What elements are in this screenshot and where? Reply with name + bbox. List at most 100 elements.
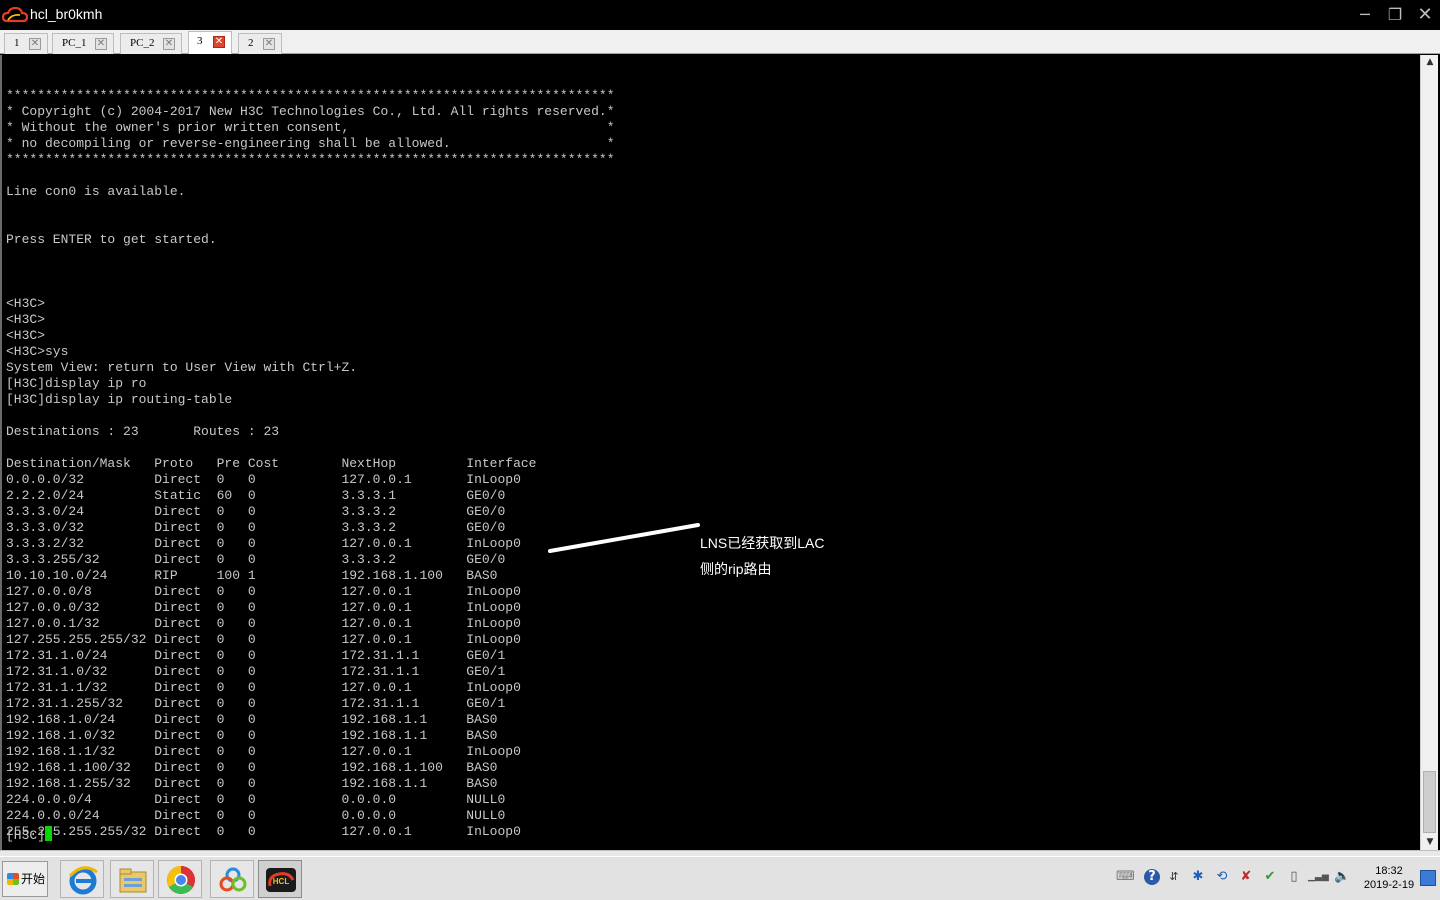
- start-label: 开始: [21, 872, 46, 886]
- window-title: hcl_br0kmh: [30, 6, 103, 22]
- tab-label: 1: [14, 37, 20, 49]
- terminal-line: * Without the owner's prior written cons…: [6, 120, 615, 135]
- terminal-line: 172.31.1.1/32 Direct 0 0 127.0.0.1 InLoo…: [6, 680, 521, 695]
- annotation-note: LNS已经获取到LAC 侧的rip路由: [700, 530, 900, 582]
- tab-1[interactable]: 1 ✕: [4, 33, 48, 54]
- terminal-line: [H3C]display ip routing-table: [6, 392, 233, 407]
- annotation-line-1: LNS已经获取到LAC: [700, 535, 825, 551]
- battery-icon[interactable]: ▯: [1286, 869, 1302, 885]
- text-cursor: [45, 826, 53, 841]
- terminal-line: 2.2.2.0/24 Static 60 0 3.3.3.1 GE0/0: [6, 488, 506, 503]
- tab-label: PC_2: [130, 37, 155, 49]
- tab-label: PC_1: [62, 37, 87, 49]
- keyboard-icon[interactable]: ⌨: [1116, 869, 1135, 885]
- hcl-logo-icon: HCL: [266, 868, 296, 892]
- scroll-down-arrow-icon[interactable]: ▼: [1422, 835, 1438, 850]
- expand-tray-icon[interactable]: ⇵: [1166, 869, 1182, 885]
- network-sync-icon[interactable]: ⟲: [1214, 869, 1230, 885]
- terminal-line: System View: return to User View with Ct…: [6, 360, 358, 375]
- tab-2[interactable]: 2 ✕: [238, 33, 282, 54]
- tab-label: 3: [197, 35, 203, 47]
- clock-time: 18:32: [1375, 865, 1403, 877]
- terminal-line: 127.0.0.0/8 Direct 0 0 127.0.0.1 InLoop0: [6, 584, 521, 599]
- baidu-netdisk-icon[interactable]: [210, 860, 254, 898]
- scrollbar-thumb[interactable]: [1423, 771, 1436, 833]
- chrome-logo-icon: [167, 866, 195, 894]
- terminal-line: <H3C>: [6, 328, 46, 343]
- hcl-badge-text: HCL: [273, 877, 290, 886]
- terminal-line: 0.0.0.0/32 Direct 0 0 127.0.0.1 InLoop0: [6, 472, 521, 487]
- network-error-icon[interactable]: ✘: [1238, 869, 1254, 885]
- terminal-line: 127.0.0.0/32 Direct 0 0 127.0.0.1 InLoop…: [6, 600, 521, 615]
- scroll-up-arrow-icon[interactable]: ▲: [1422, 55, 1438, 70]
- hcl-icon[interactable]: HCL: [258, 860, 302, 898]
- terminal-line: * Copyright (c) 2004-2017 New H3C Techno…: [6, 104, 615, 119]
- terminal-line: [H3C]display ip ro: [6, 376, 147, 391]
- terminal-line: 172.31.1.0/24 Direct 0 0 172.31.1.1 GE0/…: [6, 648, 506, 663]
- terminal-line: 192.168.1.0/24 Direct 0 0 192.168.1.1 BA…: [6, 712, 498, 727]
- system-clock[interactable]: 18:32 2019-2-19: [1360, 864, 1418, 892]
- clock-date: 2019-2-19: [1363, 879, 1415, 891]
- start-button[interactable]: 开始: [2, 861, 48, 897]
- wifi-signal-icon[interactable]: ▁▃▅: [1308, 869, 1329, 885]
- terminal-line: ****************************************…: [6, 152, 615, 167]
- terminal-line: 192.168.1.1/32 Direct 0 0 127.0.0.1 InLo…: [6, 744, 521, 759]
- terminal-line: 127.255.255.255/32 Direct 0 0 127.0.0.1 …: [6, 632, 521, 647]
- tab-close-icon[interactable]: ✕: [213, 36, 225, 48]
- terminal-line: 3.3.3.0/32 Direct 0 0 3.3.3.2 GE0/0: [6, 520, 506, 535]
- session-tab-bar: 1 ✕ PC_1 ✕ PC_2 ✕ 3 ✕ 2 ✕: [0, 30, 1440, 54]
- command-prompt[interactable]: [H3C]: [6, 826, 53, 843]
- terminal-line: * no decompiling or reverse-engineering …: [6, 136, 615, 151]
- tab-close-icon[interactable]: ✕: [163, 38, 175, 50]
- show-desktop-button[interactable]: [1420, 870, 1436, 886]
- tab-pc-1[interactable]: PC_1 ✕: [52, 33, 114, 54]
- minimize-button[interactable]: ─: [1352, 3, 1378, 27]
- bluetooth-icon[interactable]: ✱: [1190, 869, 1206, 885]
- volume-icon[interactable]: 🔈: [1334, 869, 1350, 885]
- chrome-icon[interactable]: [158, 860, 202, 898]
- terminal-line: 3.3.3.0/24 Direct 0 0 3.3.3.2 GE0/0: [6, 504, 506, 519]
- terminal-line: <H3C>sys: [6, 344, 69, 359]
- restore-button[interactable]: ❐: [1382, 3, 1408, 27]
- terminal-line: Destinations : 23 Routes : 23: [6, 424, 280, 439]
- close-button[interactable]: ✕: [1412, 3, 1438, 27]
- internet-explorer-icon[interactable]: [60, 860, 104, 898]
- help-icon[interactable]: ?: [1144, 869, 1160, 885]
- terminal-line: 192.168.1.255/32 Direct 0 0 192.168.1.1 …: [6, 776, 498, 791]
- terminal-line: <H3C>: [6, 312, 46, 327]
- terminal-line: 3.3.3.2/32 Direct 0 0 127.0.0.1 InLoop0: [6, 536, 521, 551]
- terminal-line: 3.3.3.255/32 Direct 0 0 3.3.3.2 GE0/0: [6, 552, 506, 567]
- hcl-cloud-icon: [2, 6, 28, 23]
- tab-close-icon[interactable]: ✕: [95, 38, 107, 50]
- terminal-line: Destination/Mask Proto Pre Cost NextHop …: [6, 456, 537, 471]
- terminal-line: 127.0.0.1/32 Direct 0 0 127.0.0.1 InLoop…: [6, 616, 521, 631]
- windows-flag-icon: [7, 873, 19, 885]
- prompt-text: [H3C]: [6, 828, 46, 843]
- terminal-line: 224.0.0.0/4 Direct 0 0 0.0.0.0 NULL0: [6, 792, 506, 807]
- tab-close-icon[interactable]: ✕: [29, 38, 41, 50]
- tab-close-icon[interactable]: ✕: [263, 38, 275, 50]
- terminal-scrollbar[interactable]: ▲ ▼: [1420, 55, 1438, 850]
- terminal-line: 10.10.10.0/24 RIP 100 1 192.168.1.100 BA…: [6, 568, 498, 583]
- terminal-line: 224.0.0.0/24 Direct 0 0 0.0.0.0 NULL0: [6, 808, 506, 823]
- terminal-console[interactable]: ****************************************…: [0, 55, 1420, 850]
- tab-pc-2[interactable]: PC_2 ✕: [120, 33, 182, 54]
- terminal-line: Line con0 is available.: [6, 184, 186, 199]
- terminal-line: <H3C>: [6, 296, 46, 311]
- tab-3[interactable]: 3 ✕: [188, 31, 232, 54]
- terminal-line: ****************************************…: [6, 88, 615, 103]
- terminal-line: Press ENTER to get started.: [6, 232, 217, 247]
- terminal-line: 172.31.1.0/32 Direct 0 0 172.31.1.1 GE0/…: [6, 664, 506, 679]
- ie-logo-icon: [68, 866, 98, 895]
- file-explorer-icon[interactable]: [110, 860, 154, 898]
- terminal-line: 255.255.255.255/32 Direct 0 0 127.0.0.1 …: [6, 824, 521, 839]
- security-ok-icon[interactable]: ✔: [1262, 869, 1278, 885]
